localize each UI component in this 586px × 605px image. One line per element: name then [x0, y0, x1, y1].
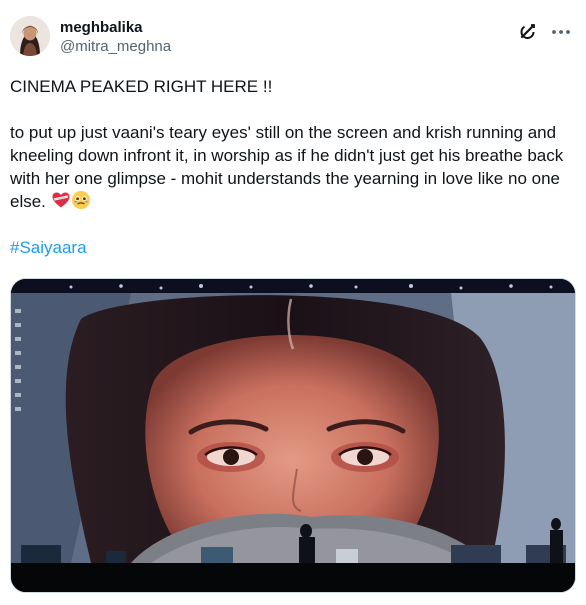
- more-options-icon[interactable]: [550, 22, 572, 42]
- holding-back-tears-emoji: [71, 190, 91, 210]
- tweet-header: meghbalika @mitra_meghna: [10, 14, 576, 64]
- author-names: meghbalika @mitra_meghna: [60, 18, 171, 57]
- author-display-name[interactable]: meghbalika: [60, 18, 171, 37]
- mending-heart-emoji: [51, 190, 71, 210]
- tweet-hashtag-line: #Saiyaara: [10, 236, 576, 259]
- avatar-image: [10, 16, 50, 56]
- hashtag-link[interactable]: #Saiyaara: [10, 238, 87, 257]
- avatar[interactable]: [10, 16, 50, 56]
- tweet-body-text: to put up just vaani's teary eyes' still…: [10, 123, 564, 211]
- author-handle[interactable]: @mitra_meghna: [60, 37, 171, 57]
- tweet-title-line: CINEMA PEAKED RIGHT HERE !!: [10, 77, 273, 96]
- tweet-text: CINEMA PEAKED RIGHT HERE !! to put up ju…: [10, 75, 576, 259]
- tweet-body-paragraph: to put up just vaani's teary eyes' still…: [10, 121, 576, 213]
- tweet-card: meghbalika @mitra_meghna CINEMA PEAKED R…: [0, 0, 586, 605]
- media-photo: [11, 279, 575, 592]
- grok-icon[interactable]: [518, 22, 538, 42]
- tweet-media-image[interactable]: [10, 278, 576, 593]
